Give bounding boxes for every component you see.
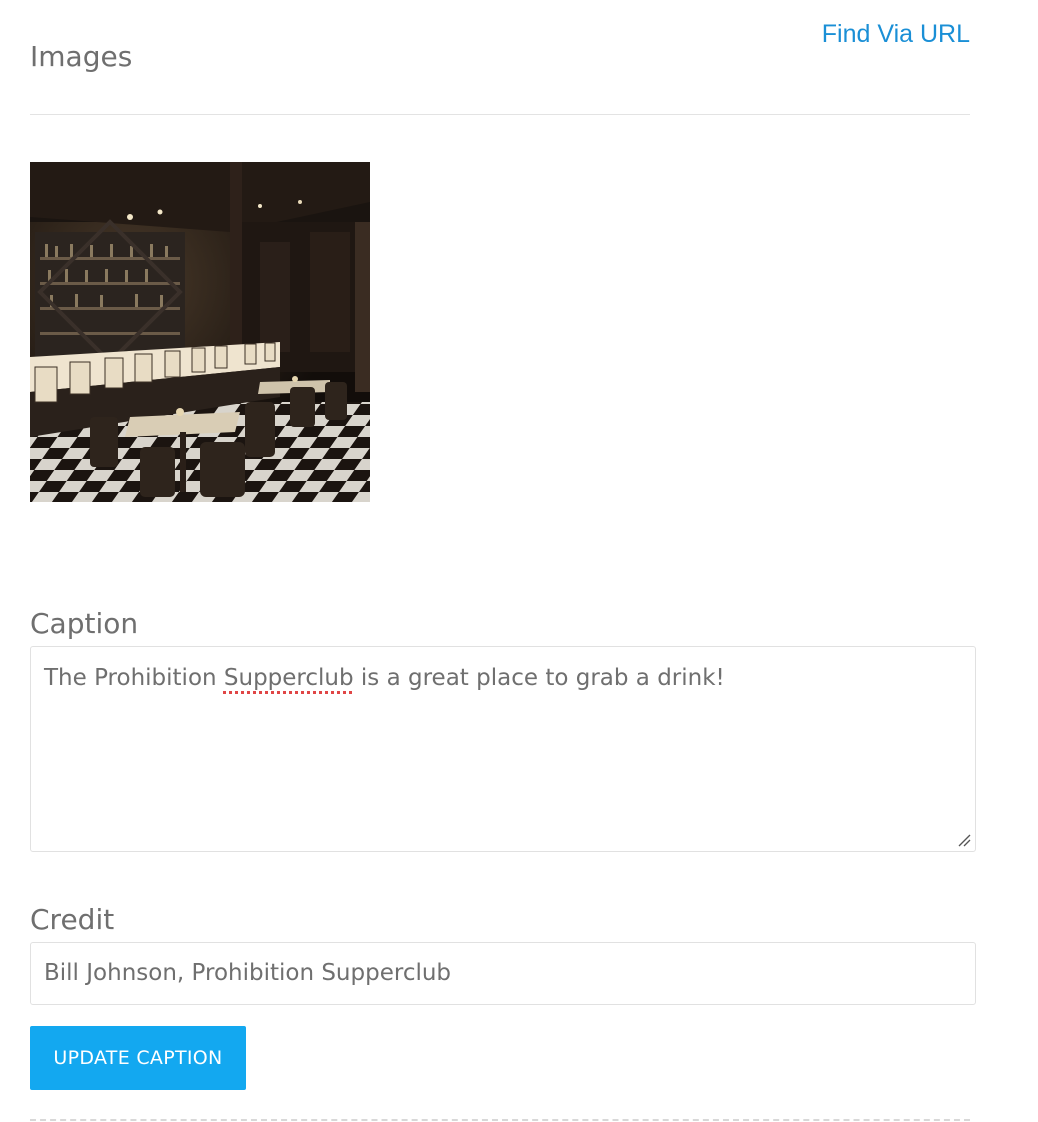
resize-handle-icon[interactable] — [957, 833, 971, 847]
caption-textarea[interactable]: The Prohibition Supperclub is a great pl… — [30, 646, 976, 852]
image-editor-panel: Images Find Via URL Caption The Prohibit… — [0, 0, 1038, 1122]
section-divider — [30, 114, 970, 115]
caption-label: Caption — [30, 607, 139, 640]
update-caption-button[interactable]: UPDATE CAPTION — [30, 1026, 246, 1090]
find-via-url-link[interactable]: Find Via URL — [822, 20, 970, 49]
credit-label: Credit — [30, 903, 115, 936]
credit-input[interactable]: Bill Johnson, Prohibition Supperclub — [30, 942, 976, 1005]
misspelled-word: Supperclub — [223, 665, 354, 691]
restaurant-photo — [30, 162, 370, 502]
dashed-divider — [30, 1119, 970, 1121]
caption-text-start: The Prohibition — [44, 665, 224, 691]
credit-value: Bill Johnson, Prohibition Supperclub — [44, 960, 452, 986]
images-heading: Images — [30, 40, 133, 73]
image-thumbnail[interactable] — [30, 162, 370, 502]
caption-text-end: is a great place to grab a drink! — [353, 665, 725, 691]
caption-text: The Prohibition Supperclub is a great pl… — [44, 665, 725, 691]
